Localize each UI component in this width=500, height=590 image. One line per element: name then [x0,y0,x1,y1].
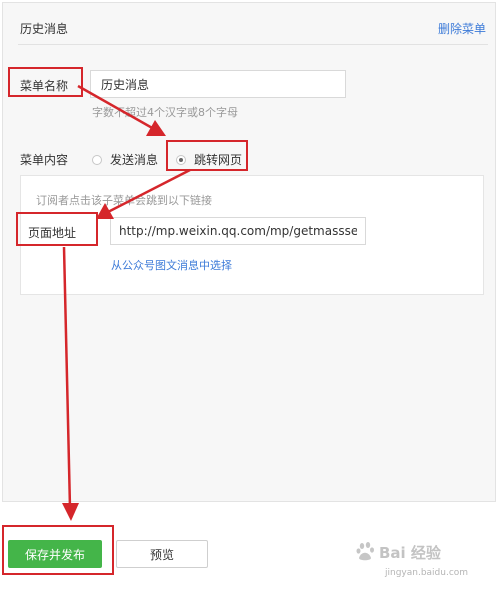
radio-unchecked-icon [92,154,102,165]
header-divider [18,44,488,45]
radio-checked-icon [176,154,186,165]
radio-send-message-label: 发送消息 [110,153,159,167]
menu-content-label: 菜单内容 [20,153,69,167]
radio-jump-webpage-label: 跳转网页 [194,153,243,167]
save-publish-button[interactable]: 保存并发布 [8,540,102,568]
link-hint: 订阅者点击该子菜单会跳到以下链接 [36,194,212,207]
paw-logo-icon [356,542,374,561]
menu-name-hint: 字数不超过4个汉字或8个字母 [92,106,238,119]
select-from-articles-link[interactable]: 从公众号图文消息中选择 [111,257,232,273]
radio-send-message[interactable]: 发送消息 [92,151,158,168]
menu-title: 历史消息 [20,22,69,36]
page-address-label: 页面地址 [28,226,77,240]
preview-button[interactable]: 预览 [116,540,208,568]
menu-name-label: 菜单名称 [20,79,69,93]
baidu-jingyan-watermark: Bai 经验 jingyan.baidu.com [355,540,495,584]
watermark-brand: Bai 经验 [379,544,441,562]
menu-name-input[interactable] [90,70,346,98]
watermark-domain: jingyan.baidu.com [385,568,469,578]
radio-jump-webpage[interactable]: 跳转网页 [176,151,242,168]
delete-menu-link[interactable]: 删除菜单 [438,20,486,37]
page-url-input[interactable] [110,217,366,245]
